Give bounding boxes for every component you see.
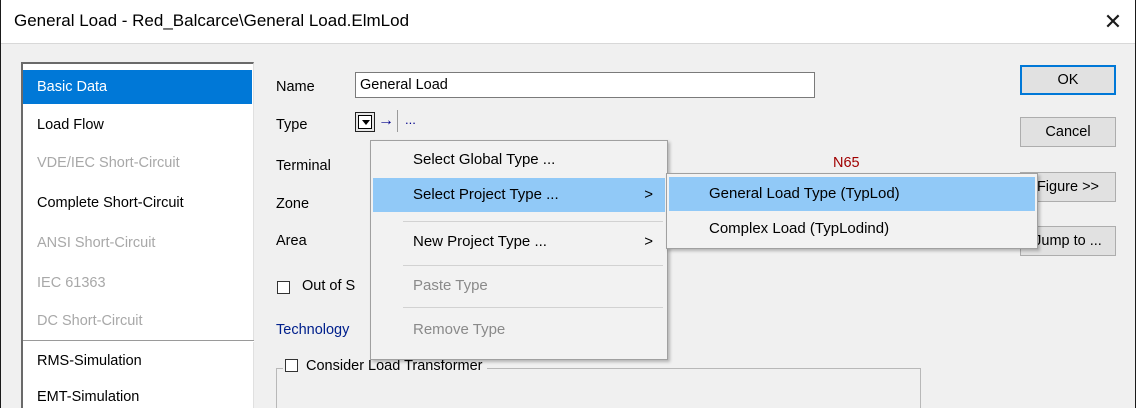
menu-item-remove-type[interactable]: Remove Type [373,313,665,347]
type-divider [397,110,398,132]
chevron-down-icon [358,115,372,129]
sidebar-item-iec-61363[interactable]: IEC 61363 [23,266,252,300]
menu-item-label: Paste Type [413,277,488,294]
name-input[interactable]: General Load [355,72,815,98]
type-label: Type [276,117,308,133]
technology-label[interactable]: Technology [276,322,349,338]
sidebar-item-dc-short-circuit[interactable]: DC Short-Circuit [23,304,252,338]
menu-separator [403,307,663,308]
consider-load-transformer-label: Consider Load Transformer [306,358,483,374]
load-transformer-group-title: Consider Load Transformer [283,358,487,378]
type-value: ... [405,112,416,127]
sidebar-item-vde-iec-short-circuit[interactable]: VDE/IEC Short-Circuit [23,146,252,180]
close-icon[interactable]: ✕ [1097,6,1129,38]
menu-item-select-project-type[interactable]: Select Project Type ... > [373,178,665,212]
menu-item-label: General Load Type (TypLod) [709,185,900,202]
menu-item-label: Select Global Type ... [413,151,556,168]
project-type-submenu: General Load Type (TypLod) Complex Load … [666,173,1038,249]
menu-item-label: Select Project Type ... [413,186,559,203]
sidebar-item-ansi-short-circuit[interactable]: ANSI Short-Circuit [23,226,252,260]
sidebar-item-emt-simulation[interactable]: EMT-Simulation [23,380,252,408]
sidebar-item-load-flow[interactable]: Load Flow [23,108,252,142]
title-bar: General Load - Red_Balcarce\General Load… [1,0,1135,44]
menu-item-new-project-type[interactable]: New Project Type ... > [373,225,665,259]
dialog-window: General Load - Red_Balcarce\General Load… [0,0,1136,408]
consider-load-transformer-checkbox[interactable] [285,359,298,372]
menu-item-general-load-type[interactable]: General Load Type (TypLod) [669,177,1035,211]
menu-item-label: Complex Load (TypLodind) [709,220,890,237]
terminal-value: N65 [833,155,860,171]
cancel-button[interactable]: Cancel [1020,117,1116,147]
chevron-right-icon: > [644,186,653,203]
sidebar-item-complete-short-circuit[interactable]: Complete Short-Circuit [23,186,252,220]
sidebar-divider [23,340,254,342]
out-of-service-label: Out of S [302,278,356,294]
zone-label: Zone [276,196,310,212]
name-label: Name [276,79,315,95]
menu-separator [403,221,663,222]
out-of-service-checkbox[interactable] [277,281,290,294]
ok-button[interactable]: OK [1020,65,1116,95]
type-context-menu: Select Global Type ... Select Project Ty… [370,140,668,360]
terminal-label: Terminal [276,158,331,174]
page-list: Basic Data Load Flow VDE/IEC Short-Circu… [21,62,254,408]
sidebar-item-basic-data[interactable]: Basic Data [23,70,252,104]
menu-item-label: New Project Type ... [413,233,547,250]
sidebar-item-rms-simulation[interactable]: RMS-Simulation [23,344,252,378]
menu-item-label: Remove Type [413,321,506,338]
area-label: Area [276,233,307,249]
menu-separator [403,265,663,266]
menu-item-complex-load[interactable]: Complex Load (TypLodind) [669,212,1035,246]
window-title: General Load - Red_Balcarce\General Load… [14,11,410,30]
chevron-right-icon: > [644,233,653,250]
jump-arrow-icon[interactable]: → [377,110,395,132]
menu-item-paste-type[interactable]: Paste Type [373,269,665,303]
type-dropdown-button[interactable] [355,112,375,132]
menu-item-select-global-type[interactable]: Select Global Type ... [373,143,665,177]
